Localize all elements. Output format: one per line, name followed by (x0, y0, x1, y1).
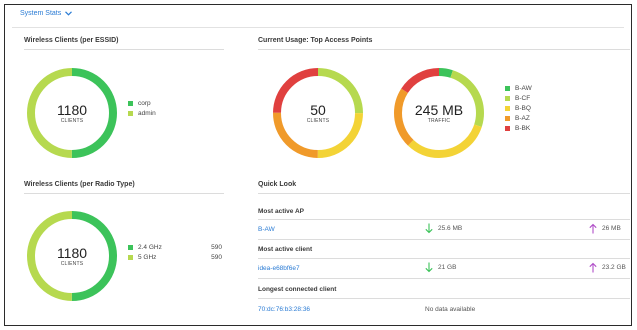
legend-item-5ghz[interactable]: 5 GHz 590 (128, 252, 222, 262)
chevron-down-icon (65, 11, 73, 16)
top-aps-clients-unit: CLIENTS (306, 118, 330, 124)
top-aps-title: Current Usage: Top Access Points (258, 37, 373, 44)
legend-label: B-CF (515, 94, 531, 102)
clients-radio-divider (24, 193, 224, 194)
clients-radio-unit: CLIENTS (60, 261, 84, 267)
legend-swatch (128, 244, 133, 250)
most-active-ap-divider (258, 219, 630, 220)
clients-ssid-legend: corp admin (128, 98, 156, 118)
header-divider (12, 27, 624, 28)
clients-radio-legend: 2.4 GHz 590 5 GHz 590 (128, 242, 222, 262)
clients-ssid-total: 1180 (56, 102, 88, 118)
legend-label: 5 GHz (138, 253, 157, 261)
legend-item-b-bq[interactable]: B-BQ (505, 103, 532, 113)
arrow-down-icon (425, 223, 433, 234)
legend-label: B-AW (515, 84, 532, 92)
top-aps-traffic-total: 245 MB (414, 102, 464, 118)
clients-ssid-center: 1180 CLIENTS (24, 65, 120, 161)
legend-swatch (505, 115, 510, 121)
most-active-client-divider (258, 258, 630, 259)
clients-radio-title: Wireless Clients (per Radio Type) (24, 181, 135, 188)
top-aps-traffic-center: 245 MB TRAFFIC (391, 65, 487, 161)
legend-label: B-BK (515, 124, 531, 132)
most-active-ap-download: 25.6 MB (425, 223, 462, 234)
most-active-client-link[interactable]: idea-e68bf6e7 (258, 265, 300, 272)
legend-label: admin (138, 109, 156, 117)
top-aps-clients-total: 50 (310, 102, 326, 118)
most-active-client-label: Most active client (258, 246, 313, 253)
upload-value: 26 MB (602, 225, 621, 232)
legend-item-corp[interactable]: corp (128, 98, 156, 108)
clients-ssid-divider (24, 49, 224, 50)
system-stats-dropdown[interactable]: System Stats (20, 10, 73, 17)
system-stats-title: System Stats (20, 10, 62, 17)
legend-entry: 5 GHz (128, 254, 156, 261)
legend-entry: 2.4 GHz (128, 244, 162, 251)
longest-client-link[interactable]: 70:dc:76:b3:28:36 (258, 306, 310, 313)
legend-item-admin[interactable]: admin (128, 108, 156, 118)
row-divider (258, 278, 630, 279)
clients-radio-center: 1180 CLIENTS (24, 208, 120, 304)
most-active-ap-link[interactable]: B-AW (258, 226, 275, 233)
legend-count: 590 (211, 253, 222, 261)
legend-count: 590 (211, 243, 222, 251)
legend-swatch (128, 100, 133, 106)
most-active-client-upload: 23.2 GB (589, 262, 626, 273)
quick-look-title: Quick Look (258, 181, 297, 188)
legend-item-b-aw[interactable]: B-AW (505, 83, 532, 93)
upload-value: 23.2 GB (602, 264, 626, 271)
legend-swatch (128, 254, 133, 260)
legend-label: B-BQ (515, 104, 531, 112)
legend-item-b-cf[interactable]: B-CF (505, 93, 532, 103)
legend-swatch (505, 105, 510, 111)
legend-label: corp (138, 99, 151, 107)
legend-item-b-az[interactable]: B-AZ (505, 113, 532, 123)
most-active-ap-label: Most active AP (258, 208, 304, 215)
arrow-up-icon (589, 262, 597, 273)
most-active-ap-upload: 26 MB (589, 223, 621, 234)
legend-label: B-AZ (515, 114, 530, 122)
legend-item-b-bk[interactable]: B-BK (505, 123, 532, 133)
longest-client-divider (258, 298, 630, 299)
row-divider (258, 239, 630, 240)
legend-swatch (505, 85, 510, 91)
quick-look-divider (258, 193, 630, 194)
legend-swatch (505, 125, 510, 131)
legend-label: 2.4 GHz (138, 243, 162, 251)
legend-swatch (505, 95, 510, 101)
most-active-client-download: 21 GB (425, 262, 456, 273)
arrow-up-icon (589, 223, 597, 234)
longest-client-label: Longest connected client (258, 286, 337, 293)
clients-ssid-title: Wireless Clients (per ESSID) (24, 37, 119, 44)
top-aps-traffic-unit: TRAFFIC (427, 118, 451, 124)
clients-ssid-unit: CLIENTS (60, 118, 84, 124)
legend-item-2-4ghz[interactable]: 2.4 GHz 590 (128, 242, 222, 252)
legend-swatch (128, 110, 133, 116)
arrow-down-icon (425, 262, 433, 273)
clients-radio-total: 1180 (56, 245, 88, 261)
top-aps-divider (258, 49, 630, 50)
download-value: 21 GB (438, 264, 457, 271)
download-value: 25.6 MB (438, 225, 463, 232)
top-aps-clients-center: 50 CLIENTS (270, 65, 366, 161)
longest-client-value: No data available (425, 306, 476, 313)
top-aps-legend: B-AW B-CF B-BQ B-AZ B-BK (505, 83, 532, 133)
